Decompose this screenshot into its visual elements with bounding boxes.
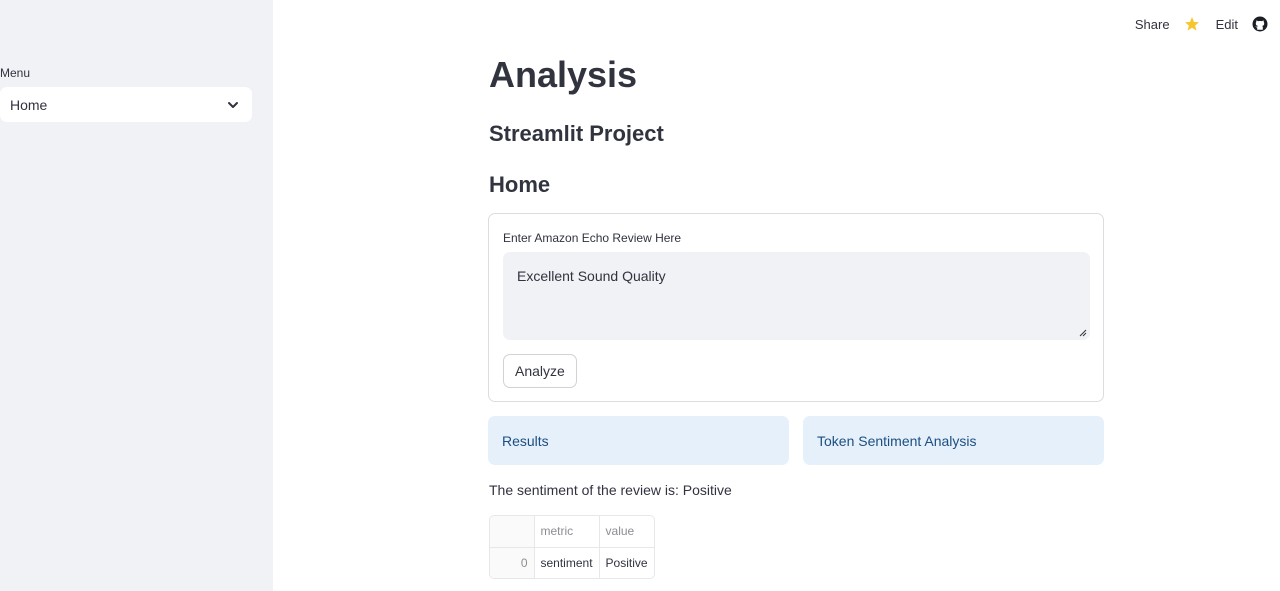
edit-button[interactable]: Edit — [1216, 17, 1238, 32]
section-title: Home — [489, 172, 551, 197]
table-row: 0 sentiment Positive — [490, 547, 654, 578]
review-textarea-value: Excellent Sound Quality — [517, 268, 666, 284]
review-textarea[interactable]: Excellent Sound Quality — [503, 252, 1090, 340]
analyze-button[interactable]: Analyze — [503, 354, 577, 388]
page-subtitle: Streamlit Project — [489, 121, 664, 146]
page-title: Analysis — [489, 54, 638, 95]
resize-grip-icon[interactable] — [1079, 329, 1087, 337]
cell-value[interactable]: Positive — [599, 547, 654, 578]
sentiment-result-text: The sentiment of the review is: Positive — [489, 482, 732, 498]
chevron-down-icon — [228, 102, 238, 108]
github-icon[interactable] — [1252, 16, 1268, 32]
top-toolbar: Share Edit — [1135, 14, 1268, 34]
menu-select-value: Home — [10, 96, 48, 113]
results-dataframe[interactable]: metric value 0 sentiment Positive — [489, 515, 655, 579]
star-icon[interactable] — [1184, 16, 1200, 32]
row-index: 0 — [490, 547, 535, 578]
menu-label: Menu — [0, 66, 31, 80]
token-analysis-label: Token Sentiment Analysis — [817, 432, 977, 449]
column-header-metric[interactable]: metric — [534, 516, 600, 548]
results-label: Results — [502, 432, 549, 449]
share-button[interactable]: Share — [1135, 17, 1170, 32]
menu-select[interactable]: Home — [0, 87, 252, 122]
table-header-row: metric value — [490, 516, 654, 548]
results-info-box: Results — [488, 416, 789, 465]
token-analysis-info-box: Token Sentiment Analysis — [803, 416, 1104, 465]
review-input-label: Enter Amazon Echo Review Here — [503, 231, 682, 245]
column-header-value[interactable]: value — [599, 516, 654, 548]
cell-metric[interactable]: sentiment — [534, 547, 600, 578]
index-header — [490, 516, 535, 548]
review-form: Enter Amazon Echo Review Here Excellent … — [488, 213, 1104, 402]
sidebar: Menu Home — [0, 0, 273, 591]
